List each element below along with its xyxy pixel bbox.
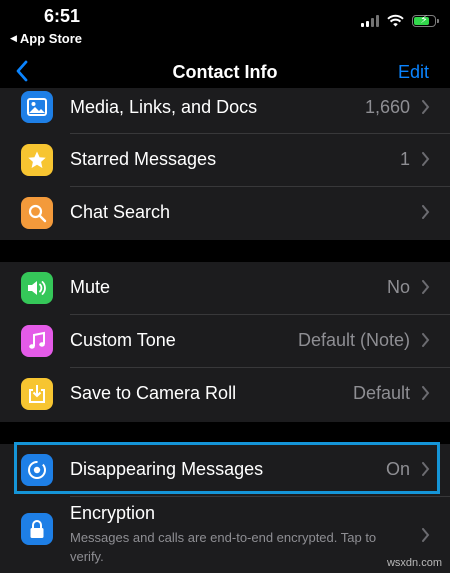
encryption-row[interactable]: Encryption Messages and calls are end-to… [0,497,450,567]
chevron-right-icon [422,280,430,294]
row-value: 1,660 [364,97,410,117]
chevron-right-icon [422,462,430,476]
row-value: On [385,459,410,479]
row-label: Media, Links, and Docs [70,97,258,117]
chevron-right-icon [422,386,430,400]
chevron-right-icon [422,528,430,542]
wifi-icon [387,14,404,27]
row-label: Encryption [70,503,156,523]
privacy-group: Disappearing Messages On Encryption Mess… [0,444,450,573]
page-title: Contact Info [172,62,278,82]
row-value: No [386,277,410,297]
speaker-icon [21,272,53,304]
media-links-docs-row[interactable]: Media, Links, and Docs 1,660 [0,88,450,134]
starred-messages-row[interactable]: Starred Messages 1 [0,134,450,187]
row-label: Disappearing Messages [70,459,264,479]
chevron-right-icon [422,333,430,347]
mute-row[interactable]: Mute No [0,262,450,315]
chevron-right-icon [422,152,430,166]
cellular-signal-icon [361,14,379,27]
watermark: wsxdn.com [386,557,442,569]
custom-tone-row[interactable]: Custom Tone Default (Note) [0,315,450,368]
row-value: Default (Note) [297,330,410,350]
row-label: Custom Tone [70,330,176,350]
lock-icon [21,513,53,545]
save-download-icon [21,378,53,410]
back-to-app-link[interactable]: ◀ App Store [10,31,82,46]
back-app-label: App Store [19,31,83,46]
chat-search-row[interactable]: Chat Search [0,187,450,240]
battery-charging-icon: ⚡ [412,14,439,27]
edit-button[interactable]: Edit [398,62,429,83]
star-icon [21,144,53,176]
row-value: Default [352,383,410,403]
photo-icon [21,91,53,123]
search-icon [21,197,53,229]
save-to-camera-roll-row[interactable]: Save to Camera Roll Default [0,368,450,421]
status-icons: ⚡ [361,14,439,27]
disappearing-messages-row[interactable]: Disappearing Messages On [0,444,450,497]
status-time: 6:51 [44,6,81,26]
back-triangle-icon: ◀ [10,33,17,43]
encryption-description: Messages and calls are end-to-end encryp… [70,530,377,564]
status-bar: 6:51 ◀ App Store ⚡ [0,0,450,48]
row-label: Save to Camera Roll [70,383,237,403]
row-label: Mute [70,277,111,297]
row-value: 1 [399,149,410,169]
notifications-group: Mute No Custom Tone Default (Note) Save … [0,262,450,422]
row-label: Starred Messages [70,149,217,169]
row-label: Chat Search [70,202,171,222]
media-group: Media, Links, and Docs 1,660 Starred Mes… [0,88,450,240]
timer-icon [21,454,53,486]
music-note-icon [21,325,53,357]
chevron-right-icon [422,100,430,114]
chevron-right-icon [422,205,430,219]
